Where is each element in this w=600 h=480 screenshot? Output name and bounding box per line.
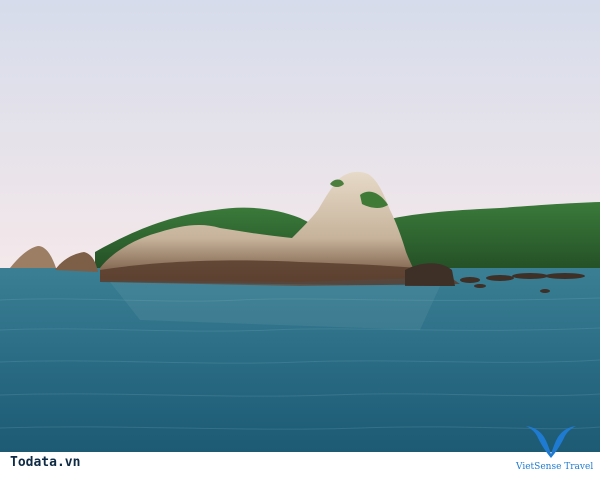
photo-svg (0, 0, 600, 452)
brand-name: VietSense Travel (516, 462, 594, 472)
tail-logo-icon (526, 426, 576, 458)
footer-bar: Todata.vn (0, 452, 600, 480)
brand-logo: VietSense Travel (516, 424, 594, 478)
landscape-photo (0, 0, 600, 452)
site-watermark: Todata.vn (10, 455, 81, 470)
